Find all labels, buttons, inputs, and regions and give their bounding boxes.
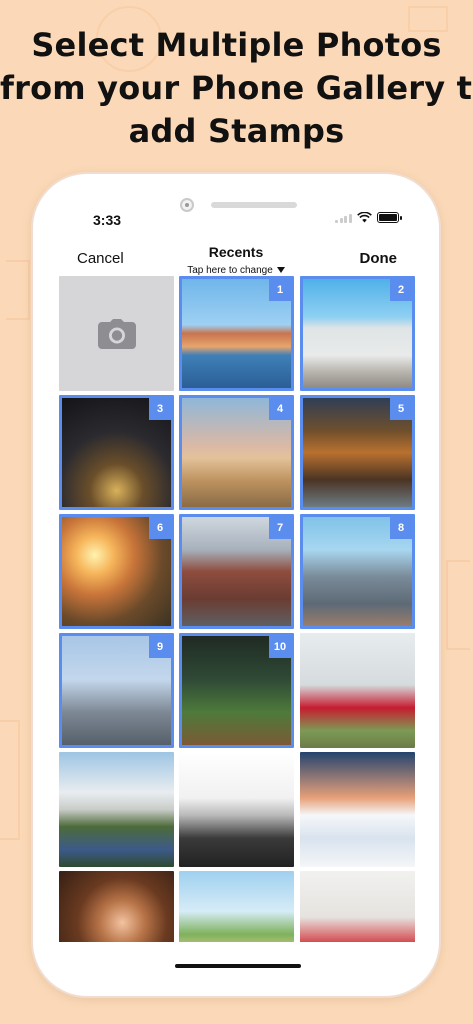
- photo-grid: 1 2 3 4 5 6 7 8 9 10: [59, 276, 415, 942]
- photo-thumbnail: [179, 871, 294, 942]
- front-camera: [180, 198, 194, 212]
- photo-tile[interactable]: [300, 633, 415, 748]
- photo-tile[interactable]: [300, 871, 415, 942]
- photo-tile[interactable]: [300, 752, 415, 867]
- phone-frame: 3:33 Cancel Recents Tap here to change D…: [31, 172, 441, 998]
- photo-tile[interactable]: 1: [179, 276, 294, 391]
- selection-badge: 10: [269, 636, 291, 658]
- photo-tile[interactable]: 10: [179, 633, 294, 748]
- photo-tile[interactable]: [179, 871, 294, 942]
- status-time: 3:33: [93, 212, 122, 228]
- photo-tile[interactable]: 3: [59, 395, 174, 510]
- signal-icon: [335, 213, 352, 223]
- photo-thumbnail: [300, 752, 415, 867]
- photo-tile[interactable]: [59, 752, 174, 867]
- background-decoration: [446, 560, 470, 650]
- selection-badge: 3: [149, 398, 171, 420]
- photo-tile[interactable]: 9: [59, 633, 174, 748]
- photo-tile[interactable]: 6: [59, 514, 174, 629]
- selection-badge: 9: [149, 636, 171, 658]
- photo-thumbnail: [300, 633, 415, 748]
- picker-nav-bar: Cancel Recents Tap here to change Done: [33, 242, 439, 276]
- selection-badge: 4: [269, 398, 291, 420]
- photo-thumbnail: [179, 752, 294, 867]
- selection-badge: 1: [269, 279, 291, 301]
- selection-badge: 2: [390, 279, 412, 301]
- status-icons: [335, 212, 402, 223]
- album-title: Recents: [208, 244, 264, 260]
- caret-down-icon: [276, 267, 285, 274]
- selection-badge: 7: [269, 517, 291, 539]
- background-decoration: [0, 720, 20, 840]
- headline-line-2: from your Phone Gallery to: [0, 69, 473, 107]
- selection-badge: 6: [149, 517, 171, 539]
- wifi-icon: [356, 212, 372, 223]
- photo-tile[interactable]: 7: [179, 514, 294, 629]
- photo-thumbnail: [59, 871, 174, 942]
- headline: Select Multiple Photos from your Phone G…: [0, 24, 473, 153]
- album-subtitle: Tap here to change: [187, 265, 285, 276]
- background-decoration: [6, 260, 30, 320]
- photo-tile[interactable]: 8: [300, 514, 415, 629]
- album-switcher[interactable]: Recents Tap here to change: [181, 244, 291, 278]
- cancel-button[interactable]: Cancel: [77, 250, 124, 267]
- photo-tile[interactable]: [179, 752, 294, 867]
- headline-line-3: add Stamps: [128, 112, 345, 150]
- battery-icon: [376, 212, 402, 223]
- camera-icon: [97, 318, 136, 349]
- selection-badge: 5: [390, 398, 412, 420]
- photo-thumbnail: [300, 871, 415, 942]
- done-button[interactable]: Done: [360, 250, 398, 267]
- camera-capture-tile[interactable]: [59, 276, 174, 391]
- home-indicator: [175, 964, 301, 968]
- photo-tile[interactable]: 5: [300, 395, 415, 510]
- headline-line-1: Select Multiple Photos: [31, 26, 442, 64]
- selection-badge: 8: [390, 517, 412, 539]
- photo-thumbnail: [59, 752, 174, 867]
- photo-tile[interactable]: [59, 871, 174, 942]
- speaker-grille: [211, 202, 297, 208]
- photo-tile[interactable]: 2: [300, 276, 415, 391]
- photo-tile[interactable]: 4: [179, 395, 294, 510]
- album-subtitle-text: Tap here to change: [187, 265, 273, 276]
